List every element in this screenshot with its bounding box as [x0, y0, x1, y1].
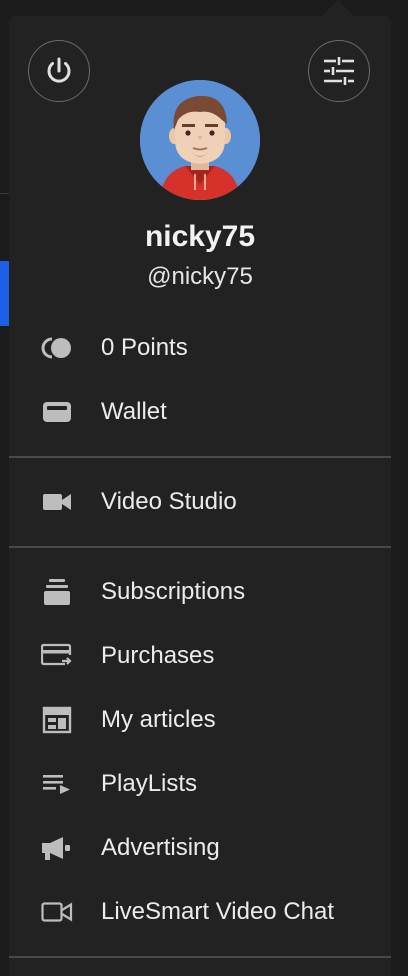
articles-icon [41, 706, 73, 734]
megaphone-icon [41, 834, 73, 862]
purchases-icon [41, 642, 73, 670]
menu-item-label: LiveSmart Video Chat [101, 898, 335, 925]
avatar[interactable] [140, 80, 260, 200]
profile-handle: @nicky75 [147, 263, 253, 290]
video-camera-icon [41, 488, 73, 516]
wallet-icon [41, 398, 73, 426]
background-button-edge [0, 261, 9, 326]
menu-divider [9, 456, 391, 458]
menu-item-label: PlayLists [101, 770, 198, 797]
avatar-illustration [140, 80, 260, 200]
menu-item-purchases[interactable]: Purchases [9, 628, 391, 684]
menu-item-livesmart-video-chat[interactable]: LiveSmart Video Chat [9, 884, 391, 940]
menu-item-label: Purchases [101, 642, 215, 669]
menu-divider [9, 546, 391, 548]
subscriptions-icon [41, 578, 73, 606]
menu-item-advertising[interactable]: Advertising [9, 820, 391, 876]
menu-item-label: Subscriptions [101, 578, 246, 605]
dropdown-caret [322, 0, 354, 16]
profile-username: nicky75 [144, 220, 256, 253]
menu-item-playlists[interactable]: PlayLists [9, 756, 391, 812]
background-divider [0, 193, 9, 194]
sliders-icon [324, 57, 354, 85]
video-chat-icon [41, 898, 73, 926]
menu-item-label: Video Studio [101, 488, 237, 515]
account-dropdown-panel: nicky75 @nicky75 0 Points Wallet Video S… [9, 16, 391, 976]
menu-item-video-studio[interactable]: Video Studio [9, 474, 391, 530]
settings-button[interactable] [308, 40, 370, 102]
menu-item-label: Advertising [101, 834, 220, 861]
menu-item-label: My articles [101, 706, 216, 733]
playlist-icon [41, 770, 73, 798]
points-icon [41, 334, 73, 362]
power-icon [47, 57, 71, 83]
menu-divider [9, 956, 391, 958]
menu-item-wallet[interactable]: Wallet [9, 384, 391, 440]
logout-button[interactable] [28, 40, 90, 102]
menu-item-subscriptions[interactable]: Subscriptions [9, 564, 391, 620]
menu-item-points[interactable]: 0 Points [9, 320, 391, 376]
menu-item-label: Wallet [101, 398, 167, 425]
menu-item-label: 0 Points [101, 334, 188, 361]
menu-item-my-articles[interactable]: My articles [9, 692, 391, 748]
